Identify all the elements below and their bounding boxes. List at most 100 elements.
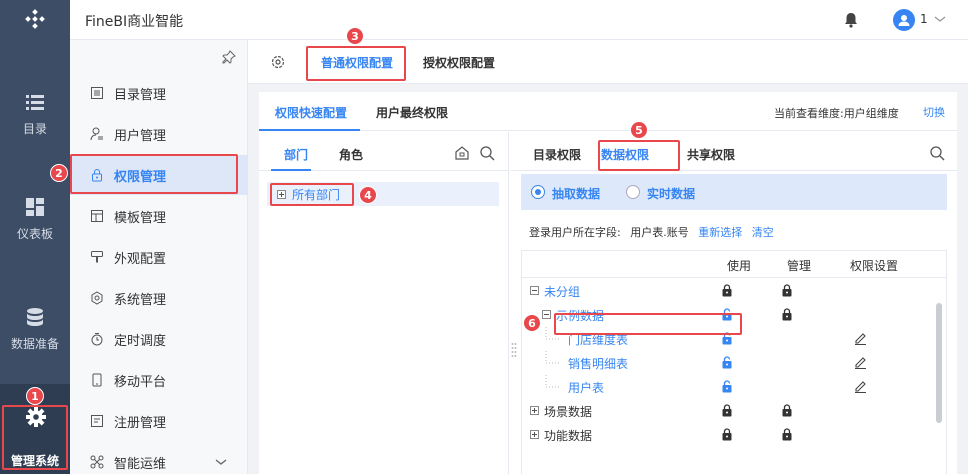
login-field-value: 用户表.账号 xyxy=(630,226,689,239)
tab-final-permission[interactable]: 用户最终权限 xyxy=(376,104,448,121)
radio-extract[interactable] xyxy=(531,185,545,199)
lock-closed-icon[interactable] xyxy=(782,308,792,321)
lock-closed-icon[interactable] xyxy=(722,404,732,417)
chevron-down-icon[interactable] xyxy=(215,457,227,467)
edit-icon[interactable] xyxy=(854,380,867,393)
lock-open-icon[interactable] xyxy=(722,380,732,393)
lock-open-icon[interactable] xyxy=(722,356,732,369)
sub-nav-templates[interactable]: 模板管理 xyxy=(70,196,248,236)
divider xyxy=(522,277,946,278)
sub-nav-system[interactable]: 系统管理 xyxy=(70,278,248,318)
tab-quick-config[interactable]: 权限快速配置 xyxy=(275,104,347,121)
row-name: 销售明细表 xyxy=(568,357,629,371)
catalog-icon xyxy=(91,87,103,99)
column-header-use: 使用 xyxy=(727,259,752,273)
radio-realtime-label[interactable]: 实时数据 xyxy=(647,185,695,202)
table-row[interactable]: 用户表 xyxy=(522,375,932,399)
user-name[interactable]: 1 xyxy=(920,12,928,26)
tree-connector xyxy=(545,351,560,364)
sub-nav: 目录管理 用户管理 权限管理 模板管理 外观配置 系统管理 定时调度 移动平台 xyxy=(70,40,248,474)
register-icon xyxy=(91,415,103,427)
app-logo[interactable] xyxy=(0,0,70,40)
bell-icon[interactable] xyxy=(843,11,859,29)
login-field-label: 登录用户所在字段: xyxy=(529,226,621,239)
settings-icon[interactable] xyxy=(270,54,286,70)
user-manage-icon xyxy=(90,127,103,141)
radio-realtime[interactable] xyxy=(626,185,640,199)
annotation-box-6 xyxy=(554,313,742,335)
edit-icon[interactable] xyxy=(854,356,867,369)
nav-item-catalog[interactable]: 目录 xyxy=(0,70,70,160)
brush-icon xyxy=(91,251,103,263)
sub-nav-label: 移动平台 xyxy=(114,374,167,390)
edit-icon[interactable] xyxy=(854,332,867,345)
vertical-scrollbar[interactable] xyxy=(936,303,942,423)
radio-extract-label[interactable]: 抽取数据 xyxy=(552,185,600,202)
user-avatar[interactable] xyxy=(893,9,915,31)
dashboard-icon xyxy=(26,198,44,216)
permission-table: 使用 管理 权限设置 未分组 示例数据 门店维度表 销售明细表 用户表 场景数据… xyxy=(521,250,947,474)
user-icon xyxy=(898,15,910,26)
app-window: FineBI商业智能 1 目录 仪表板 数据准备 管理系统 目录管理 用户管理 … xyxy=(0,0,968,474)
sub-nav-users[interactable]: 用户管理 xyxy=(70,114,248,154)
sub-nav-label: 智能运维 xyxy=(114,456,167,472)
dimension-switch-link[interactable]: 切换 xyxy=(923,104,945,120)
tree-connector xyxy=(545,375,560,388)
tab-catalog-permission[interactable]: 目录权限 xyxy=(533,146,581,163)
lock-closed-icon[interactable] xyxy=(782,404,792,417)
annotation-badge-4: 4 xyxy=(359,186,377,204)
sub-nav-label: 外观配置 xyxy=(114,251,167,267)
permission-pane: 目录权限 数据权限 共享权限 抽取数据 实时数据 登录用户所在字段: 用户表.账… xyxy=(511,132,957,474)
divider xyxy=(259,130,957,131)
sub-nav-mobile[interactable]: 移动平台 xyxy=(70,360,248,400)
database-icon xyxy=(27,308,43,326)
tab-role[interactable]: 角色 xyxy=(339,146,363,163)
pin-icon[interactable] xyxy=(222,50,236,64)
collapse-icon[interactable] xyxy=(530,286,539,295)
lock-closed-icon[interactable] xyxy=(722,284,732,297)
annotation-box-4 xyxy=(270,183,354,206)
sub-nav-ops[interactable]: 智能运维 xyxy=(70,442,248,474)
sub-nav-schedule[interactable]: 定时调度 xyxy=(70,319,248,359)
annotation-box-1 xyxy=(2,405,68,470)
sub-nav-label: 注册管理 xyxy=(114,415,167,431)
lock-closed-icon[interactable] xyxy=(782,284,792,297)
list-icon xyxy=(26,95,44,110)
nav-label: 目录 xyxy=(22,122,47,136)
tab-share-permission[interactable]: 共享权限 xyxy=(687,146,735,163)
row-name: 场景数据 xyxy=(544,405,593,419)
annotation-badge-2: 2 xyxy=(50,164,68,182)
lock-closed-icon[interactable] xyxy=(722,428,732,441)
annotation-badge-5: 5 xyxy=(630,121,648,139)
org-icon[interactable] xyxy=(454,145,470,161)
sub-nav-appearance[interactable]: 外观配置 xyxy=(70,237,248,277)
reselect-link[interactable]: 重新选择 xyxy=(698,226,742,239)
sub-nav-catalog[interactable]: 目录管理 xyxy=(70,73,248,113)
row-name: 用户表 xyxy=(568,381,605,395)
sub-nav-label: 系统管理 xyxy=(114,292,167,308)
clear-link[interactable]: 清空 xyxy=(752,226,774,239)
timer-icon xyxy=(91,333,103,346)
expand-icon[interactable] xyxy=(530,406,539,415)
login-field-row: 登录用户所在字段: 用户表.账号 重新选择 清空 xyxy=(529,224,774,240)
nav-item-data-prep[interactable]: 数据准备 xyxy=(0,285,70,375)
table-row[interactable]: 销售明细表 xyxy=(522,351,932,375)
column-header-manage: 管理 xyxy=(787,259,812,273)
search-icon[interactable] xyxy=(479,145,495,161)
column-header-permission-setting: 权限设置 xyxy=(850,259,899,273)
mobile-icon xyxy=(92,373,102,387)
table-row[interactable]: 功能数据 xyxy=(522,423,932,447)
search-icon[interactable] xyxy=(929,145,945,161)
tab-grant-permission[interactable]: 授权权限配置 xyxy=(423,54,495,71)
chevron-down-icon[interactable] xyxy=(934,14,946,24)
lock-closed-icon[interactable] xyxy=(782,428,792,441)
collapse-icon[interactable] xyxy=(542,310,551,319)
annotation-badge-3: 3 xyxy=(346,27,364,45)
table-row[interactable]: 未分组 xyxy=(522,279,932,303)
sub-nav-register[interactable]: 注册管理 xyxy=(70,401,248,441)
nav-item-dashboard[interactable]: 仪表板 xyxy=(0,175,70,265)
expand-icon[interactable] xyxy=(530,430,539,439)
tab-department[interactable]: 部门 xyxy=(284,146,308,163)
table-row[interactable]: 场景数据 xyxy=(522,399,932,423)
ops-icon xyxy=(90,455,104,469)
